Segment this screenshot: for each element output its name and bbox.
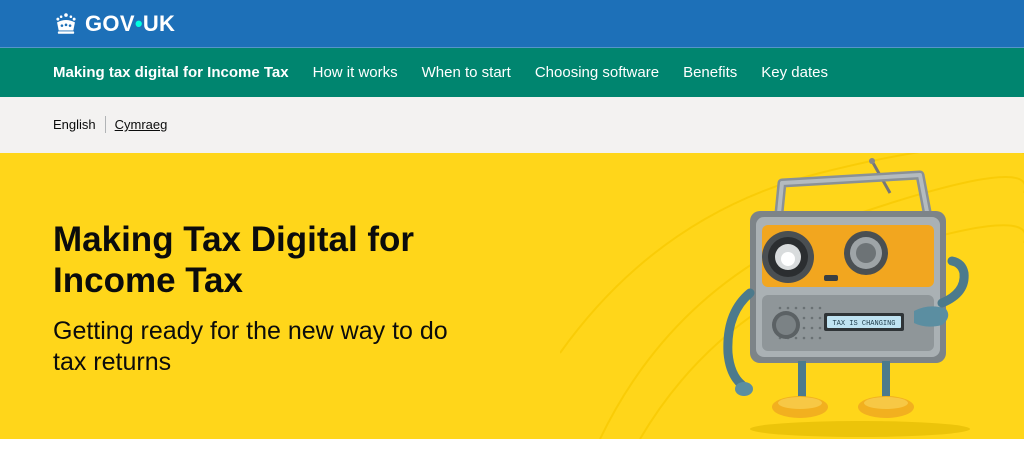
nav-item-choosing-software[interactable]: Choosing software [535, 64, 659, 81]
govuk-logo-text: GOV•UK [85, 11, 176, 36]
hero-banner: Making Tax Digital for Income Tax Gettin… [0, 153, 1024, 439]
govuk-header: GOV•UK [0, 0, 1024, 48]
page-subtitle: Getting ready for the new way to do tax … [53, 317, 448, 376]
service-navigation: Making tax digital for Income Tax How it… [0, 48, 1024, 97]
nav-item-benefits[interactable]: Benefits [683, 64, 737, 81]
govuk-logo-link[interactable]: GOV•UK [53, 9, 175, 39]
language-switcher: English Cymraeg [53, 116, 167, 133]
service-nav-list: Making tax digital for Income Tax How it… [53, 48, 852, 97]
page: GOV•UK Making tax digital for Income Tax… [0, 0, 1024, 469]
nav-item-when-to-start[interactable]: When to start [422, 64, 511, 81]
language-bar: English Cymraeg [0, 97, 1024, 153]
nav-item-how-it-works[interactable]: How it works [313, 64, 398, 81]
crown-icon [56, 13, 76, 34]
language-current-english: English [53, 116, 106, 133]
service-name-link[interactable]: Making tax digital for Income Tax [53, 64, 289, 81]
language-link-cymraeg[interactable]: Cymraeg [106, 116, 168, 133]
page-title: Making Tax Digital for Income Tax [53, 220, 415, 300]
robot-display-text: TAX IS CHANGING [832, 320, 895, 328]
radio-robot-illustration: TAX IS CHANGING [723, 158, 970, 437]
nav-item-key-dates[interactable]: Key dates [761, 64, 828, 81]
